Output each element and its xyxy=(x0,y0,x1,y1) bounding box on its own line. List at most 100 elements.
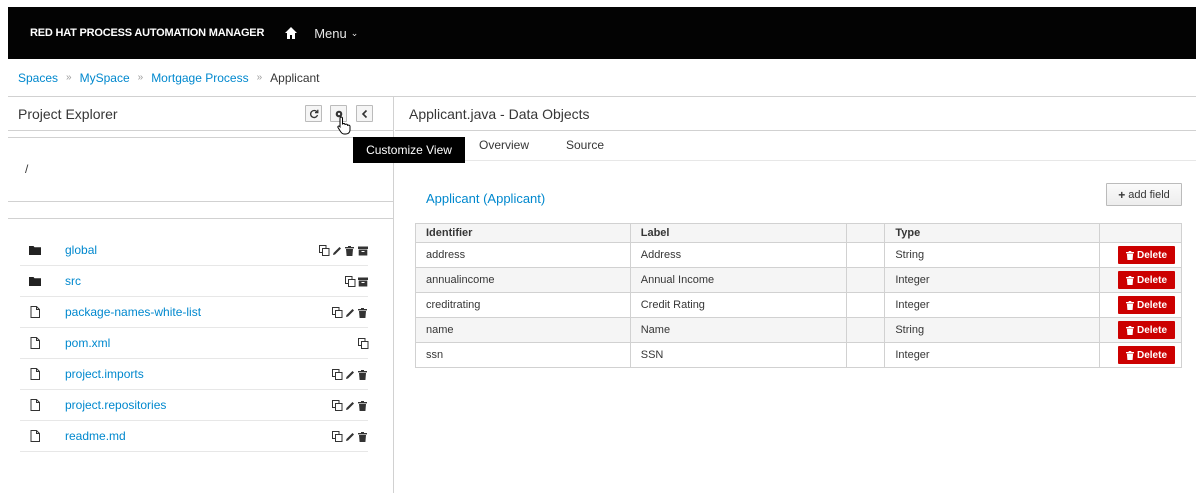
file-actions xyxy=(332,400,368,411)
folder-icon xyxy=(28,274,42,288)
edit-icon[interactable] xyxy=(345,400,355,410)
delete-button[interactable]: Delete xyxy=(1118,271,1175,289)
label-cell: Annual Income xyxy=(629,267,848,293)
trash-icon xyxy=(1125,250,1134,260)
copy-icon[interactable] xyxy=(358,338,369,349)
table-row[interactable]: creditrating Credit Rating Integer Delete xyxy=(415,292,1182,318)
file-actions xyxy=(332,307,368,318)
file-name[interactable]: pom.xml xyxy=(65,336,110,350)
file-name[interactable]: src xyxy=(65,274,81,288)
tab-overview[interactable]: Overview xyxy=(479,138,529,152)
edit-icon[interactable] xyxy=(345,307,355,317)
delete-button[interactable]: Delete xyxy=(1118,246,1175,264)
delete-icon[interactable] xyxy=(358,431,368,442)
editor-tabs: Overview Source xyxy=(395,131,1196,161)
file-name[interactable]: readme.md xyxy=(65,429,126,443)
delete-icon[interactable] xyxy=(345,245,355,256)
tab-source[interactable]: Source xyxy=(566,138,604,152)
panel-title: Project Explorer xyxy=(18,105,118,122)
brand-logo[interactable]: RED HAT PROCESS AUTOMATION MANAGER xyxy=(30,27,264,39)
table-row[interactable]: ssn SSN Integer Delete xyxy=(415,342,1182,368)
copy-icon[interactable] xyxy=(332,307,343,318)
breadcrumb-separator: » xyxy=(256,72,263,83)
file-actions xyxy=(332,431,368,442)
empty-cell xyxy=(846,292,886,318)
file-row-readme-md[interactable]: readme.md xyxy=(20,421,368,452)
file-name[interactable]: package-names-white-list xyxy=(65,305,201,319)
breadcrumb-myspace[interactable]: MySpace xyxy=(80,71,130,85)
actions-cell: Delete xyxy=(1099,317,1182,343)
edit-icon[interactable] xyxy=(345,431,355,441)
label-cell: SSN xyxy=(629,342,848,368)
label-cell: Name xyxy=(629,317,848,343)
copy-icon[interactable] xyxy=(345,276,356,287)
file-row-src[interactable]: src xyxy=(20,266,368,297)
identifier-cell: address xyxy=(415,242,631,268)
table-header-row: Identifier Label Type xyxy=(415,223,1182,243)
breadcrumb-project[interactable]: Mortgage Process xyxy=(151,71,248,85)
home-icon[interactable] xyxy=(284,26,298,40)
empty-cell xyxy=(846,342,886,368)
file-actions xyxy=(345,276,368,287)
chevron-down-icon: ⌄ xyxy=(350,27,359,38)
delete-label: Delete xyxy=(1136,324,1167,336)
fields-table: Identifier Label Type address Address Stri… xyxy=(415,223,1182,368)
identifier-cell: annualincome xyxy=(415,267,631,293)
table-row[interactable]: address Address String Delete xyxy=(415,242,1182,268)
collapse-panel-button[interactable] xyxy=(356,105,373,122)
file-row-project-repositories[interactable]: project.repositories xyxy=(20,390,368,421)
file-row-project-imports[interactable]: project.imports xyxy=(20,359,368,390)
trash-icon xyxy=(1125,325,1134,335)
column-header-label[interactable]: Label xyxy=(629,223,848,243)
edit-icon[interactable] xyxy=(332,245,342,255)
column-header-empty xyxy=(846,223,886,243)
file-name[interactable]: global xyxy=(65,243,97,257)
delete-button[interactable]: Delete xyxy=(1118,296,1175,314)
current-path: / xyxy=(25,162,29,176)
empty-cell xyxy=(846,242,886,268)
column-header-identifier[interactable]: Identifier xyxy=(415,223,631,243)
delete-button[interactable]: Delete xyxy=(1118,346,1175,364)
refresh-button[interactable] xyxy=(305,105,322,122)
file-row-global[interactable]: global xyxy=(20,235,368,266)
folder-icon xyxy=(28,243,42,257)
archive-icon[interactable] xyxy=(358,276,368,287)
column-header-actions xyxy=(1099,223,1182,243)
file-icon xyxy=(28,305,42,319)
file-row-pom-xml[interactable]: pom.xml xyxy=(20,328,369,359)
copy-icon[interactable] xyxy=(332,400,343,411)
file-name[interactable]: project.imports xyxy=(65,367,144,381)
file-name[interactable]: project.repositories xyxy=(65,398,166,412)
type-cell: String xyxy=(884,242,1100,268)
identifier-cell: ssn xyxy=(415,342,631,368)
type-cell: Integer xyxy=(884,292,1100,318)
breadcrumb-current: Applicant xyxy=(270,70,320,85)
delete-icon[interactable] xyxy=(358,307,368,318)
customize-view-tooltip: Customize View xyxy=(353,137,465,163)
copy-icon[interactable] xyxy=(319,245,330,256)
delete-icon[interactable] xyxy=(358,400,368,411)
copy-icon[interactable] xyxy=(332,369,343,380)
archive-icon[interactable] xyxy=(358,245,368,256)
breadcrumb-spaces[interactable]: Spaces xyxy=(18,71,58,85)
actions-cell: Delete xyxy=(1099,267,1182,293)
plus-icon: + xyxy=(1118,187,1126,202)
file-row-package-names-white-list[interactable]: package-names-white-list xyxy=(20,297,368,328)
delete-button[interactable]: Delete xyxy=(1118,321,1175,339)
edit-icon[interactable] xyxy=(345,369,355,379)
menu-dropdown[interactable]: Menu ⌄ xyxy=(314,26,358,41)
actions-cell: Delete xyxy=(1099,292,1182,318)
file-actions xyxy=(358,338,369,349)
add-field-button[interactable]: + add field xyxy=(1106,183,1182,206)
copy-icon[interactable] xyxy=(332,431,343,442)
file-icon xyxy=(28,336,42,350)
add-field-label: add field xyxy=(1128,188,1170,201)
table-row[interactable]: annualincome Annual Income Integer Delete xyxy=(415,267,1182,293)
delete-icon[interactable] xyxy=(358,369,368,380)
file-icon xyxy=(28,398,42,412)
table-row[interactable]: name Name String Delete xyxy=(415,317,1182,343)
label-cell: Address xyxy=(629,242,848,268)
actions-cell: Delete xyxy=(1099,342,1182,368)
data-object-title[interactable]: Applicant (Applicant) xyxy=(426,191,545,206)
column-header-type[interactable]: Type xyxy=(884,223,1100,243)
